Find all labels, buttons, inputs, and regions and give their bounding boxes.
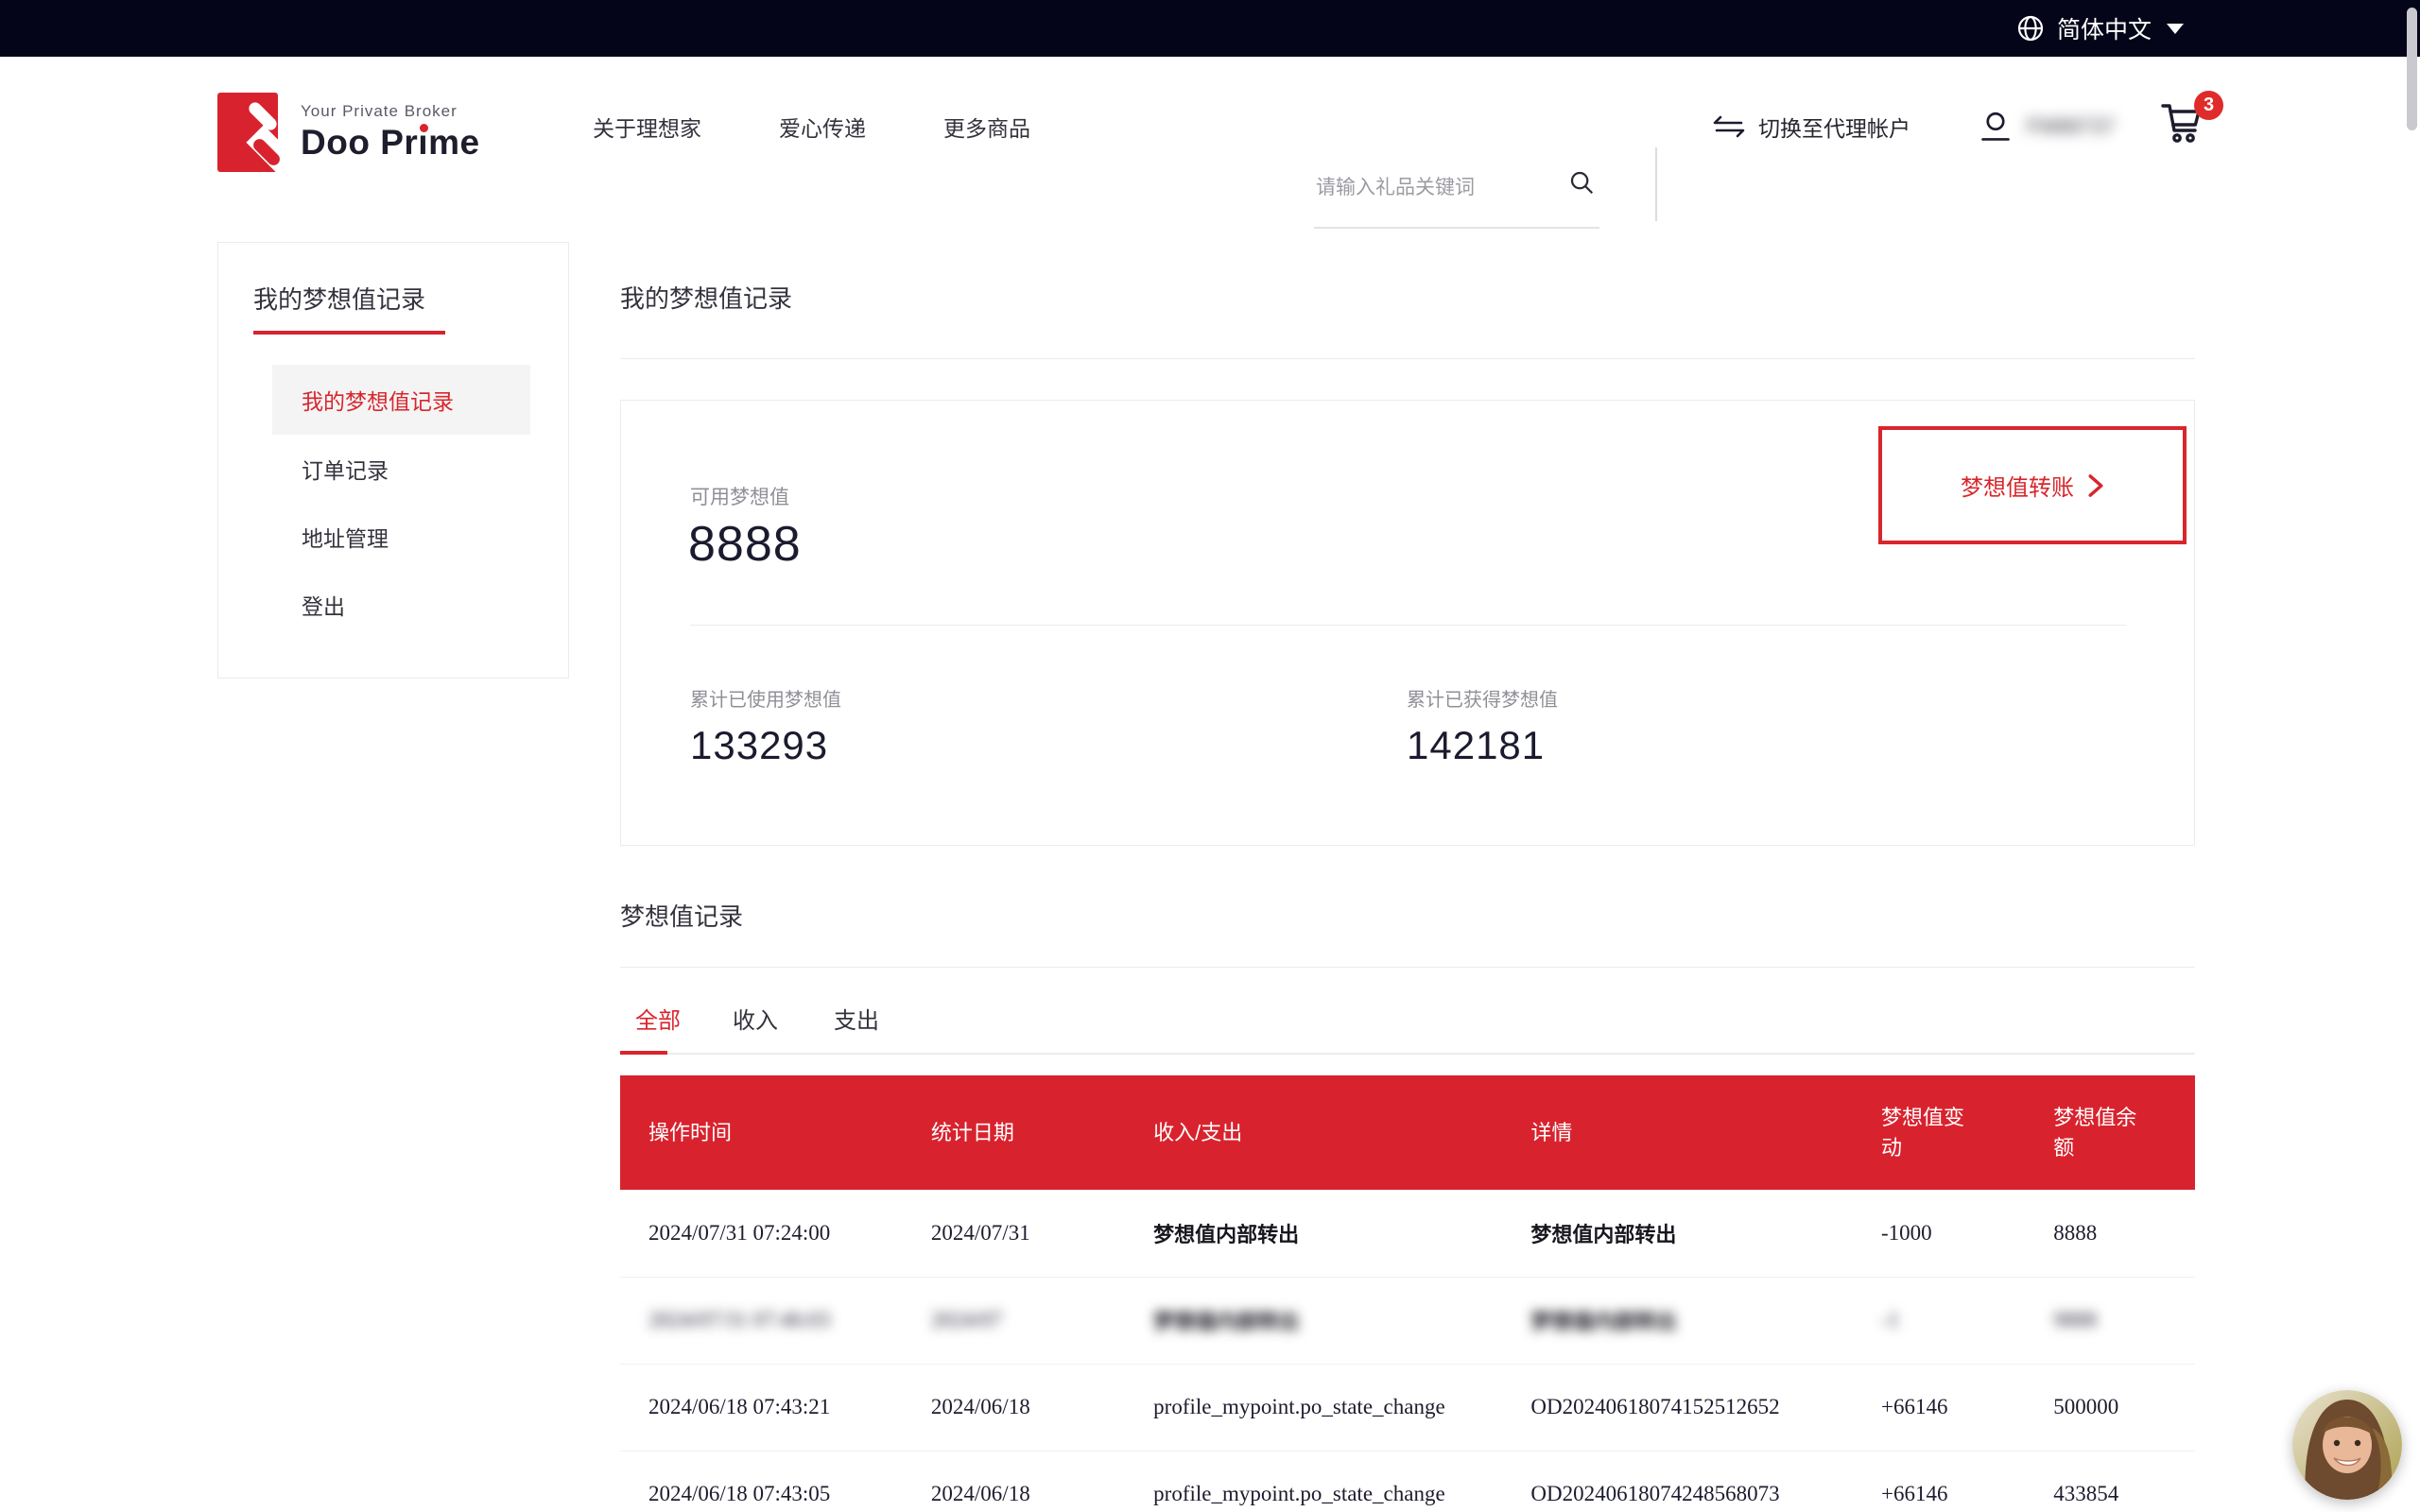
card-divider <box>690 625 2127 626</box>
col-dream-value-balance: 梦想值余额 <box>2053 1103 2144 1163</box>
switch-to-agent-account[interactable]: 切换至代理帐户 <box>1713 57 1910 197</box>
used-dream-value-stat: 累计已使用梦想值 133293 <box>690 684 841 768</box>
active-tab-indicator <box>620 1051 667 1055</box>
search-underline <box>1314 227 1599 229</box>
search-placeholder: 请输入礼品关键词 <box>1316 172 1475 200</box>
table-row: 2024/06/18 07:43:05 2024/06/18 profile_m… <box>620 1451 2195 1512</box>
main-nav: 关于理想家 爱心传递 更多商品 <box>593 57 1030 197</box>
col-dream-value-change: 梦想值变动 <box>1881 1103 1972 1163</box>
doo-prime-logo[interactable]: Your Private Broker Doo Prıme <box>217 93 480 172</box>
top-bar: 简体中文 <box>0 0 2420 57</box>
records-tabs: 全部 收入 支出 <box>620 1002 2195 1055</box>
search-box[interactable]: 请输入礼品关键词 <box>1314 147 1599 234</box>
language-label: 简体中文 <box>2057 11 2152 45</box>
records-table: 操作时间 统计日期 收入/支出 详情 梦想值变动 梦想值余额 2024/07/3… <box>620 1075 2195 1512</box>
used-dream-value-label: 累计已使用梦想值 <box>690 684 841 712</box>
dream-value-transfer-button[interactable]: 梦想值转账 <box>1878 426 2187 544</box>
doo-prime-logo-icon <box>217 93 280 172</box>
earned-dream-value: 142181 <box>1407 723 1558 768</box>
table-row: 2024/07/31 07:24:00 2024/07/31 梦想值内部转出 梦… <box>620 1190 2195 1277</box>
cart-count-badge: 3 <box>2194 91 2223 120</box>
available-dream-value-label: 可用梦想值 <box>690 482 789 510</box>
title-divider <box>620 358 2195 359</box>
sidebar-item-dream-value-records[interactable]: 我的梦想值记录 <box>272 365 530 435</box>
site-header: Your Private Broker Doo Prıme 关于理想家 爱心传递… <box>0 57 2420 197</box>
chevron-down-icon <box>2167 24 2184 34</box>
col-income-expense: 收入/支出 <box>1153 1118 1242 1148</box>
search-icon[interactable] <box>1567 168 1596 197</box>
table-row: 2024/06/18 07:43:21 2024/06/18 profile_m… <box>620 1364 2195 1451</box>
header-divider <box>1655 147 1657 221</box>
user-icon <box>1978 109 2014 145</box>
switch-account-label: 切换至代理帐户 <box>1758 111 1910 143</box>
sidebar-title-underline <box>253 331 445 335</box>
tab-income[interactable]: 收入 <box>733 1002 778 1035</box>
tab-all[interactable]: 全部 <box>635 1002 681 1035</box>
main-content: 我的梦想值记录 可用梦想值 8888 梦想值转账 累计已使用梦想值 133293… <box>620 280 2195 1512</box>
sidebar-item-order-records[interactable]: 订单记录 <box>218 435 568 503</box>
logo-tagline: Your Private Broker <box>301 102 480 121</box>
available-dream-value: 8888 <box>688 516 802 573</box>
switch-arrows-icon <box>1713 114 1745 139</box>
sidebar-menu: 我的梦想值记录 订单记录 地址管理 登出 <box>218 365 568 639</box>
sidebar-item-address-management[interactable]: 地址管理 <box>218 503 568 571</box>
nav-item-about[interactable]: 关于理想家 <box>593 111 701 143</box>
nav-item-charity[interactable]: 爱心传递 <box>779 111 866 143</box>
earned-dream-value-label: 累计已获得梦想值 <box>1407 684 1558 712</box>
col-operation-time: 操作时间 <box>648 1118 732 1148</box>
col-statistic-date: 统计日期 <box>931 1118 1014 1148</box>
used-dream-value: 133293 <box>690 723 841 768</box>
tab-expense[interactable]: 支出 <box>834 1002 879 1035</box>
records-section-title: 梦想值记录 <box>620 898 2195 933</box>
page: 简体中文 Your Private Broker Doo Prıme 关于理想家… <box>0 0 2420 1512</box>
scrollbar-thumb[interactable] <box>2407 8 2417 130</box>
username-masked: FM88737 <box>2027 114 2115 139</box>
chevron-right-icon <box>2087 473 2104 498</box>
sidebar-item-logout[interactable]: 登出 <box>218 571 568 639</box>
table-row-blurred: 2024/07/31 07:46:03 2024/07 梦想值内部转出 梦想值内… <box>620 1277 2195 1364</box>
earned-dream-value-stat: 累计已获得梦想值 142181 <box>1407 684 1558 768</box>
cart-button[interactable]: 3 <box>2157 98 2218 159</box>
account-area[interactable]: FM88737 <box>1978 57 2115 197</box>
records-table-header: 操作时间 统计日期 收入/支出 详情 梦想值变动 梦想值余额 <box>620 1075 2195 1190</box>
transfer-button-label: 梦想值转账 <box>1961 469 2074 502</box>
nav-item-more-products[interactable]: 更多商品 <box>943 111 1030 143</box>
language-selector[interactable]: 简体中文 <box>2015 0 2184 57</box>
chat-widget-avatar[interactable] <box>2292 1390 2402 1500</box>
sidebar-title: 我的梦想值记录 <box>253 281 568 316</box>
globe-icon <box>2015 13 2046 43</box>
page-title: 我的梦想值记录 <box>620 280 2195 315</box>
avatar-image <box>2292 1390 2402 1500</box>
col-detail: 详情 <box>1530 1118 1572 1148</box>
dream-value-summary-card: 可用梦想值 8888 梦想值转账 累计已使用梦想值 133293 累计已获得梦想… <box>620 400 2195 846</box>
records-divider <box>620 967 2195 968</box>
logo-red-dot <box>420 124 428 132</box>
logo-brand: Doo Prıme <box>301 123 480 163</box>
sidebar: 我的梦想值记录 我的梦想值记录 订单记录 地址管理 登出 <box>217 242 569 679</box>
